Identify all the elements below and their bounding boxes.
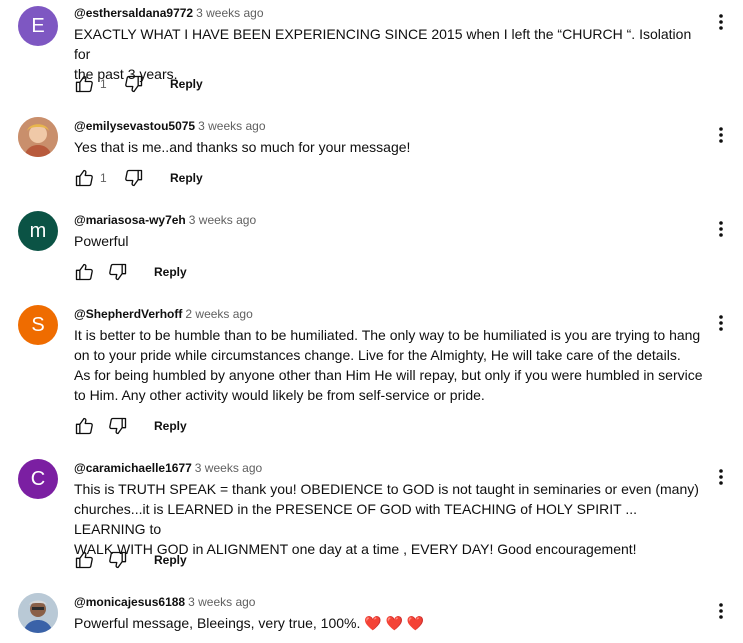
comment-text: It is better to be humble than to be hum… bbox=[74, 327, 703, 403]
reply-button[interactable]: Reply bbox=[154, 419, 187, 433]
comment-text: Powerful message, Bleeings, very true, 1… bbox=[74, 613, 703, 633]
like-icon[interactable] bbox=[74, 550, 94, 570]
avatar[interactable]: S bbox=[18, 305, 58, 345]
comment-text: Yes that is me..and thanks so much for y… bbox=[74, 139, 411, 155]
dislike-icon[interactable] bbox=[108, 262, 128, 282]
avatar[interactable]: E bbox=[18, 6, 58, 46]
avatar[interactable]: C bbox=[18, 459, 58, 499]
heart-emoji: ❤️ ❤️ ❤️ bbox=[364, 615, 425, 631]
comment-author[interactable]: @monicajesus6188 bbox=[74, 595, 185, 609]
like-icon[interactable] bbox=[74, 74, 94, 94]
comment-author[interactable]: @mariasosa-wy7eh bbox=[74, 213, 186, 227]
reply-button[interactable]: Reply bbox=[170, 77, 203, 91]
avatar[interactable]: m bbox=[18, 211, 58, 251]
like-count: 1 bbox=[100, 77, 107, 91]
more-options-icon[interactable] bbox=[711, 219, 731, 239]
comment-time[interactable]: 3 weeks ago bbox=[198, 119, 265, 133]
like-icon[interactable] bbox=[74, 416, 94, 436]
like-icon[interactable] bbox=[74, 168, 94, 188]
comment-time[interactable]: 3 weeks ago bbox=[188, 595, 255, 609]
more-options-icon[interactable] bbox=[711, 125, 731, 145]
like-count: 1 bbox=[100, 171, 107, 185]
reply-button[interactable]: Reply bbox=[154, 265, 187, 279]
comment-author[interactable]: @esthersaldana9772 bbox=[74, 6, 193, 20]
comment-text: Powerful bbox=[74, 233, 129, 249]
comment-text-body: Powerful message, Bleeings, very true, 1… bbox=[74, 615, 361, 631]
like-icon[interactable] bbox=[74, 262, 94, 282]
comment-author[interactable]: @ShepherdVerhoff bbox=[74, 307, 182, 321]
comment-time[interactable]: 3 weeks ago bbox=[196, 6, 263, 20]
comment-time[interactable]: 3 weeks ago bbox=[189, 213, 256, 227]
dislike-icon[interactable] bbox=[108, 550, 128, 570]
avatar-letter: E bbox=[31, 14, 45, 37]
more-options-icon[interactable] bbox=[711, 467, 731, 487]
comment-author[interactable]: @caramichaelle1677 bbox=[74, 461, 192, 475]
avatar-letter: m bbox=[29, 219, 47, 242]
avatar-letter: C bbox=[30, 467, 46, 490]
dislike-icon[interactable] bbox=[124, 168, 144, 188]
more-options-icon[interactable] bbox=[711, 313, 731, 333]
more-options-icon[interactable] bbox=[711, 12, 731, 32]
reply-button[interactable]: Reply bbox=[170, 171, 203, 185]
comment-time[interactable]: 2 weeks ago bbox=[185, 307, 252, 321]
dislike-icon[interactable] bbox=[124, 74, 144, 94]
avatar[interactable] bbox=[18, 117, 58, 157]
avatar-letter: S bbox=[31, 313, 45, 336]
comment-time[interactable]: 3 weeks ago bbox=[195, 461, 262, 475]
dislike-icon[interactable] bbox=[108, 416, 128, 436]
comment-text: This is TRUTH SPEAK = thank you! OBEDIEN… bbox=[74, 481, 699, 557]
avatar[interactable] bbox=[18, 593, 58, 633]
more-options-icon[interactable] bbox=[711, 601, 731, 621]
comment-author[interactable]: @emilysevastou5075 bbox=[74, 119, 195, 133]
reply-button[interactable]: Reply bbox=[154, 553, 187, 567]
